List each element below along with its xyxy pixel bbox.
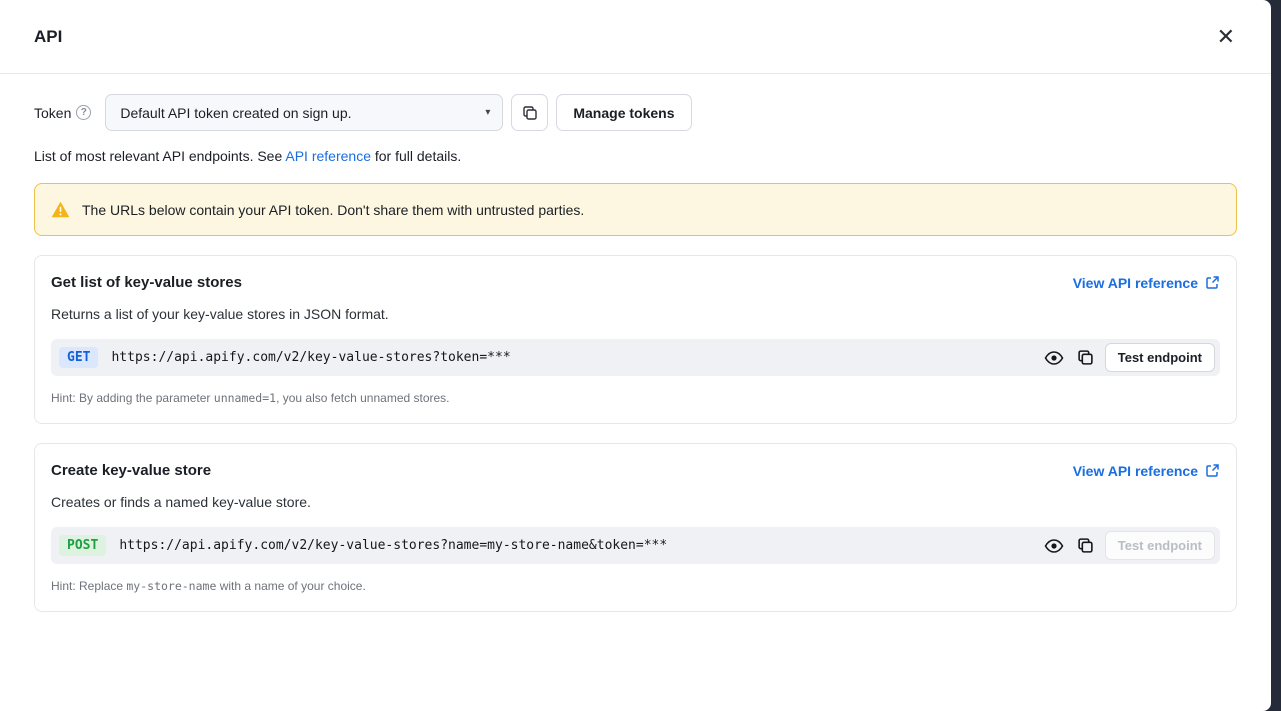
warning-text: The URLs below contain your API token. D… (82, 202, 584, 218)
view-api-reference-label: View API reference (1073, 463, 1198, 479)
endpoint-bar: GET https://api.apify.com/v2/key-value-s… (51, 339, 1220, 376)
endpoint-hint: Hint: Replace my-store-name with a name … (51, 579, 1220, 593)
copy-icon (1077, 349, 1094, 366)
external-link-icon (1205, 463, 1220, 478)
intro-text: List of most relevant API endpoints. See… (34, 148, 1237, 164)
copy-url-button[interactable] (1075, 347, 1096, 368)
copy-url-button[interactable] (1075, 535, 1096, 556)
method-badge: POST (59, 535, 106, 556)
warning-icon (51, 201, 70, 218)
reveal-token-button[interactable] (1042, 536, 1066, 556)
manage-tokens-button[interactable]: Manage tokens (556, 94, 691, 131)
hint-code: unnamed=1 (214, 391, 276, 405)
warning-banner: The URLs below contain your API token. D… (34, 183, 1237, 236)
view-api-reference-label: View API reference (1073, 275, 1198, 291)
card-head: Create key-value store View API referenc… (51, 462, 1220, 479)
endpoint-card-get-list: Get list of key-value stores View API re… (34, 255, 1237, 424)
endpoint-url: https://api.apify.com/v2/key-value-store… (119, 538, 1033, 553)
card-title: Get list of key-value stores (51, 274, 242, 291)
modal-header: API ✕ (0, 0, 1271, 74)
copy-token-button[interactable] (511, 94, 548, 131)
reveal-token-button[interactable] (1042, 348, 1066, 368)
external-link-icon (1205, 275, 1220, 290)
intro-before: List of most relevant API endpoints. See (34, 148, 285, 164)
hint-before: Hint: Replace (51, 579, 126, 593)
endpoint-url: https://api.apify.com/v2/key-value-store… (111, 350, 1033, 365)
endpoint-actions: Test endpoint (1042, 531, 1215, 560)
test-endpoint-button[interactable]: Test endpoint (1105, 343, 1215, 372)
endpoint-card-create: Create key-value store View API referenc… (34, 443, 1237, 612)
card-description: Creates or finds a named key-value store… (51, 494, 1220, 510)
hint-before: Hint: By adding the parameter (51, 391, 214, 405)
view-api-reference-link[interactable]: View API reference (1073, 463, 1220, 479)
modal-content: Token ? Default API token created on sig… (0, 74, 1271, 612)
card-head: Get list of key-value stores View API re… (51, 274, 1220, 291)
token-select[interactable]: Default API token created on sign up. ▾ (105, 94, 503, 131)
copy-icon (1077, 537, 1094, 554)
intro-after: for full details. (371, 148, 461, 164)
copy-icon (522, 105, 538, 121)
close-icon: ✕ (1217, 24, 1235, 49)
method-badge: GET (59, 347, 98, 368)
chevron-down-icon: ▾ (485, 107, 490, 118)
token-label: Token (34, 105, 71, 121)
modal-title: API (34, 27, 62, 47)
eye-icon (1044, 538, 1064, 554)
endpoint-hint: Hint: By adding the parameter unnamed=1,… (51, 391, 1220, 405)
endpoint-actions: Test endpoint (1042, 343, 1215, 372)
hint-code: my-store-name (126, 579, 216, 593)
eye-icon (1044, 350, 1064, 366)
close-button[interactable]: ✕ (1211, 20, 1241, 54)
endpoint-bar: POST https://api.apify.com/v2/key-value-… (51, 527, 1220, 564)
card-description: Returns a list of your key-value stores … (51, 306, 1220, 322)
view-api-reference-link[interactable]: View API reference (1073, 275, 1220, 291)
test-endpoint-button[interactable]: Test endpoint (1105, 531, 1215, 560)
card-title: Create key-value store (51, 462, 211, 479)
api-modal: API ✕ Token ? Default API token created … (0, 0, 1271, 711)
token-row: Token ? Default API token created on sig… (34, 94, 1237, 131)
help-icon[interactable]: ? (76, 105, 91, 120)
token-select-value: Default API token created on sign up. (120, 105, 351, 121)
hint-after: , you also fetch unnamed stores. (276, 391, 449, 405)
api-reference-link[interactable]: API reference (285, 148, 371, 164)
hint-after: with a name of your choice. (216, 579, 365, 593)
